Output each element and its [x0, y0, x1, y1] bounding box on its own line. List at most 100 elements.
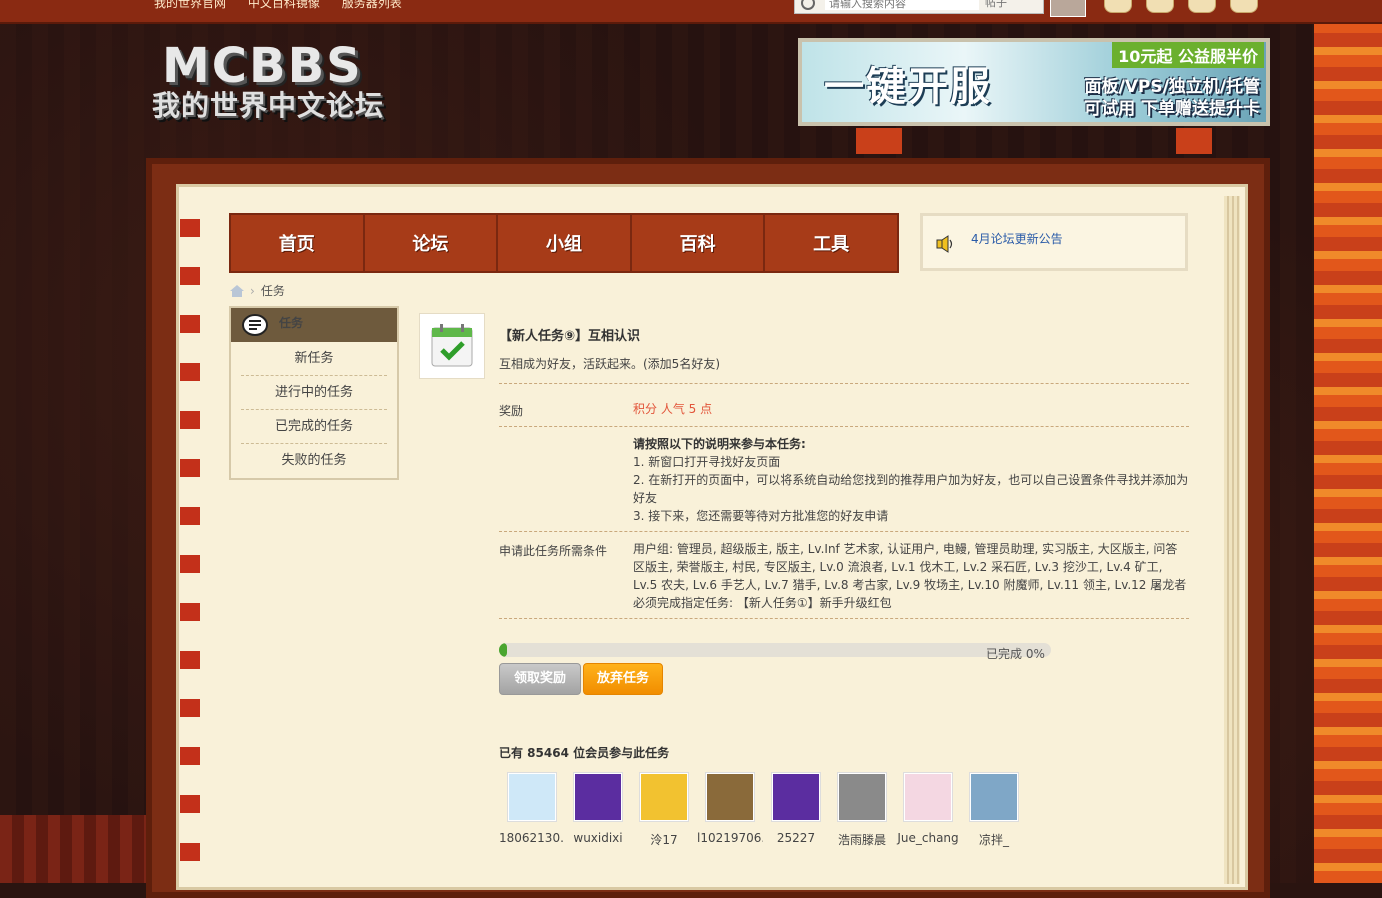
member-name[interactable]: 25227 — [763, 831, 829, 845]
home-icon[interactable] — [230, 284, 244, 297]
ad-banner[interactable]: 一键开服 10元起 公益服半价 面板/VPS/独立机/托管 可试用 下单赠送提升… — [798, 38, 1270, 126]
member-item[interactable]: 凉拌_ — [961, 772, 1027, 848]
divider — [499, 383, 1189, 384]
member-name[interactable]: 浩雨滕晨 — [829, 831, 895, 848]
task-image — [419, 313, 485, 379]
main-nav: 首页 论坛 小组 百科 工具 — [229, 213, 899, 273]
nav-groups[interactable]: 小组 — [498, 215, 632, 271]
member-avatar[interactable] — [639, 772, 689, 822]
member-item[interactable]: 18062130... — [499, 772, 565, 848]
member-avatar-image — [905, 774, 951, 820]
progress-text: 已完成 0% — [986, 647, 1045, 661]
member-item[interactable]: 25227 — [763, 772, 829, 848]
member-avatar-image — [839, 774, 885, 820]
member-name[interactable]: l10219706... — [697, 831, 763, 845]
breadcrumb: › 任务 — [230, 282, 285, 299]
member-avatar[interactable] — [573, 772, 623, 822]
sidebar-title: 任务 — [279, 316, 304, 330]
lava-background-left — [0, 815, 150, 883]
member-avatar-image — [509, 774, 555, 820]
logo-subtitle: 我的世界中文论坛 — [152, 89, 385, 122]
top-link-official[interactable]: 我的世界官网 — [154, 0, 226, 10]
members-title: 已有 85464 位会员参与此任务 — [499, 746, 670, 760]
member-list: 18062130...wuxidixi泠17l10219706...25227浩… — [499, 772, 1027, 848]
search-input[interactable] — [825, 0, 979, 10]
member-avatar[interactable] — [837, 772, 887, 822]
member-name[interactable]: 泠17 — [631, 831, 697, 848]
task-sidebar: 任务 新任务 进行中的任务 已完成的任务 失败的任务 — [229, 306, 399, 480]
search-icon[interactable] — [801, 0, 815, 10]
member-avatar-image — [971, 774, 1017, 820]
gift-icon[interactable] — [1188, 0, 1216, 13]
task-title: 【新人任务⑨】互相认识 — [499, 329, 641, 344]
member-item[interactable]: 浩雨滕晨 — [829, 772, 895, 848]
instruction-step: 2. 在新打开的页面中，可以将系统自动给您找到的推荐用户加为好友，也可以自己设置… — [633, 473, 1189, 505]
requirements-groups: 用户组: 管理员, 超级版主, 版主, Lv.Inf 艺术家, 认证用户, 电鳗… — [633, 542, 1187, 592]
sidebar-item-in-progress[interactable]: 进行中的任务 — [241, 376, 387, 410]
breadcrumb-separator-icon: › — [250, 283, 255, 298]
lava-background-right — [1314, 22, 1382, 883]
member-item[interactable]: wuxidixi — [565, 772, 631, 848]
sidebar-item-completed[interactable]: 已完成的任务 — [241, 410, 387, 444]
site-logo[interactable]: MCBBS 我的世界中文论坛 — [152, 38, 414, 124]
search-scope-select[interactable]: 帖子 — [985, 0, 1007, 10]
instruction-step: 1. 新窗口打开寻找好友页面 — [633, 455, 781, 469]
member-name[interactable]: Jue_chang — [895, 831, 961, 845]
member-name[interactable]: 18062130... — [499, 831, 565, 845]
member-name[interactable]: wuxidixi — [565, 831, 631, 845]
sidebar-header: 任务 — [231, 308, 397, 342]
breadcrumb-current: 任务 — [260, 284, 285, 298]
task-icon — [242, 314, 268, 336]
ad-line-2: 可试用 下单赠送提升卡 — [1084, 99, 1260, 119]
member-avatar-image — [707, 774, 753, 820]
divider — [499, 426, 1189, 427]
member-avatar[interactable] — [969, 772, 1019, 822]
progress-fill — [499, 643, 507, 657]
lava-block — [856, 128, 902, 154]
top-links: 我的世界官网 中文百科镜像 服务器列表 — [154, 0, 420, 11]
lava-block — [1176, 128, 1212, 154]
member-avatar[interactable] — [705, 772, 755, 822]
task-description: 互相成为好友，活跃起来。(添加5名好友) — [499, 357, 720, 371]
member-avatar[interactable] — [903, 772, 953, 822]
member-avatar[interactable] — [507, 772, 557, 822]
instructions-heading: 请按照以下的说明来参与本任务: — [633, 437, 806, 451]
member-avatar-image — [641, 774, 687, 820]
nav-tools[interactable]: 工具 — [765, 215, 897, 271]
abandon-task-button[interactable]: 放弃任务 — [583, 663, 663, 695]
ad-main-text: 一键开服 — [824, 64, 992, 110]
member-item[interactable]: Jue_chang — [895, 772, 961, 848]
nav-forum[interactable]: 论坛 — [365, 215, 499, 271]
sidebar-item-failed[interactable]: 失败的任务 — [241, 444, 387, 477]
nav-home[interactable]: 首页 — [231, 215, 365, 271]
member-avatar-image — [773, 774, 819, 820]
ad-tag: 10元起 公益服半价 — [1112, 42, 1264, 68]
nav-wiki[interactable]: 百科 — [632, 215, 766, 271]
speaker-icon — [936, 235, 953, 253]
user-avatar[interactable] — [1050, 0, 1086, 17]
member-item[interactable]: 泠17 — [631, 772, 697, 848]
reward-label: 奖励 — [499, 404, 524, 418]
requirements-task: 必须完成指定任务: 【新人任务①】新手升级红包 — [633, 596, 892, 610]
member-item[interactable]: l10219706... — [697, 772, 763, 848]
reward-value: 积分 人气 5 点 — [633, 402, 713, 416]
sidebar-item-new[interactable]: 新任务 — [241, 342, 387, 376]
divider — [499, 531, 1189, 532]
member-avatar-image — [575, 774, 621, 820]
top-link-wiki[interactable]: 中文百科镜像 — [248, 0, 320, 10]
announcement-link[interactable]: 4月论坛更新公告 — [971, 230, 1063, 247]
settings-icon[interactable] — [1230, 0, 1258, 13]
top-bar: 我的世界官网 中文百科镜像 服务器列表 帖子 — [0, 0, 1382, 24]
book-page-edge — [1224, 196, 1240, 884]
notification-icon[interactable] — [1146, 0, 1174, 13]
instruction-step: 3. 接下来，您还需要等待对方批准您的好友申请 — [633, 509, 889, 523]
task-progress-bar — [499, 643, 1051, 657]
claim-reward-button[interactable]: 领取奖励 — [499, 663, 581, 695]
member-name[interactable]: 凉拌_ — [961, 831, 1027, 848]
requirements-label: 申请此任务所需条件 — [499, 544, 608, 558]
message-icon[interactable] — [1104, 0, 1132, 13]
calendar-check-icon — [431, 324, 473, 367]
book-spine — [180, 210, 200, 883]
member-avatar[interactable] — [771, 772, 821, 822]
top-link-servers[interactable]: 服务器列表 — [342, 0, 402, 10]
